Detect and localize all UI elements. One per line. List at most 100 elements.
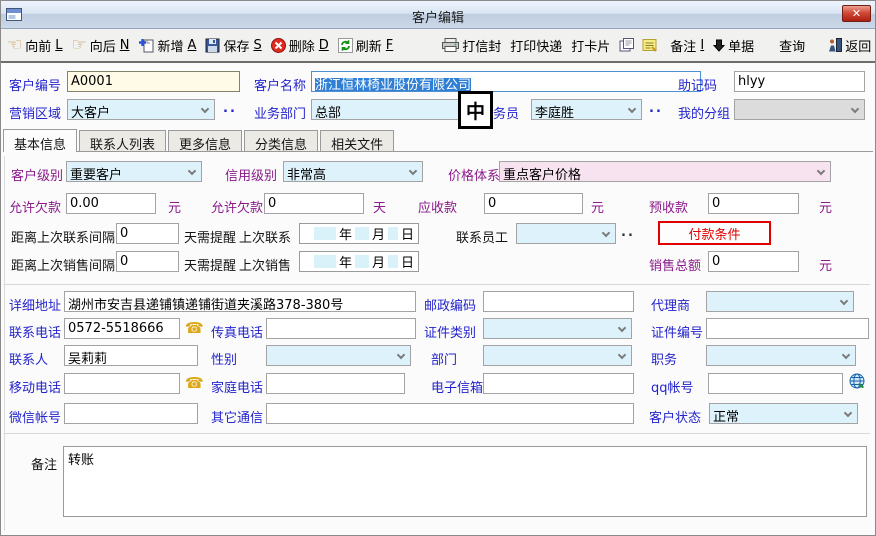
sales-interval-suffix: 天需提醒 [184, 255, 236, 274]
toolbar: ☜ 向前L ☞ 向后N 新增A 保存S 删除D 刷新F 打信封 打印快递 [1, 29, 875, 63]
new-doc-icon [139, 38, 155, 53]
toolbar-button-print-express[interactable]: 打印快递 [510, 36, 562, 55]
credit-level-select[interactable]: 非常高 [283, 161, 423, 182]
globe-icon[interactable] [849, 373, 866, 394]
email-input[interactable] [483, 373, 634, 394]
toolbar-button-print-card[interactable]: 打卡片 [571, 36, 610, 55]
allow-debt-amount-label: 允许欠款 [9, 197, 61, 216]
tab-category-info[interactable]: 分类信息 [244, 130, 318, 151]
toolbar-button-delete[interactable]: 删除D [271, 36, 329, 55]
tab-strip: 基本信息 联系人列表 更多信息 分类信息 相关文件 [3, 129, 873, 152]
salesman-browse-button[interactable]: .. [649, 101, 663, 116]
tab-more-info[interactable]: 更多信息 [168, 130, 242, 151]
last-contact-date-input[interactable]: 年 月 日 [299, 223, 419, 244]
sales-interval-input[interactable]: 0 [116, 251, 179, 272]
chevron-down-icon [618, 351, 626, 359]
mobile-input[interactable] [64, 373, 180, 394]
phone-input[interactable]: 0572-5518666 [64, 318, 180, 339]
price-system-label: 价格体系 [448, 165, 500, 184]
contact-staff-select[interactable] [516, 223, 616, 244]
allow-debt-days-input[interactable]: 0 [264, 193, 364, 214]
customer-level-select[interactable]: 重要客户 [66, 161, 202, 182]
ime-indicator: 中 [458, 91, 493, 129]
salesman-select[interactable]: 李庭胜 [531, 99, 642, 120]
day-label: 日 [401, 252, 414, 271]
toolbar-button-remark[interactable]: 备注I [670, 36, 704, 55]
total-sales-input[interactable]: 0 [708, 251, 799, 272]
floppy-icon [205, 38, 220, 53]
toolbar-button-refresh[interactable]: 刷新F [338, 36, 394, 55]
section-divider [4, 284, 870, 285]
prepaid-input[interactable]: 0 [708, 193, 799, 214]
payment-terms-button[interactable]: 付款条件 [658, 221, 771, 245]
postcode-input[interactable] [483, 291, 634, 312]
month-label: 月 [372, 224, 385, 243]
allow-debt-amount-input[interactable]: 0.00 [66, 193, 156, 214]
toolbar-button-print-envelope[interactable]: 打信封 [442, 36, 501, 55]
toolbar-button-documents[interactable] [619, 38, 638, 52]
toolbar-button-note[interactable] [642, 38, 661, 52]
mnemonic-input[interactable]: hlyy [734, 71, 865, 92]
button-label: 向后 [90, 36, 116, 55]
tab-related-files[interactable]: 相关文件 [320, 130, 394, 151]
status-select[interactable]: 正常 [709, 403, 858, 424]
contact-staff-browse-button[interactable]: .. [621, 225, 635, 240]
customer-no-label: 客户编号 [9, 75, 61, 94]
remark-label: 备注 [31, 454, 57, 473]
toolbar-button-new[interactable]: 新增A [139, 36, 197, 55]
chevron-down-icon [840, 297, 848, 305]
position-label: 职务 [651, 349, 677, 368]
toolbar-button-save[interactable]: 保存S [205, 36, 261, 55]
chevron-down-icon [618, 324, 626, 332]
dept-select[interactable]: 总部 [311, 99, 472, 120]
contact-interval-input[interactable]: 0 [116, 223, 179, 244]
home-phone-input[interactable] [266, 373, 405, 394]
toolbar-button-return[interactable]: 返回R [828, 36, 876, 55]
phone-dial-icon[interactable]: ☎ [185, 373, 204, 394]
gender-select[interactable] [266, 345, 411, 366]
cert-type-select[interactable] [483, 318, 632, 339]
toolbar-button-back[interactable]: ☞ 向后N [72, 36, 130, 55]
button-label: 打卡片 [571, 36, 610, 55]
contact-person-input[interactable]: 吴莉莉 [64, 345, 198, 366]
customer-name-input[interactable]: 浙江恒林椅业股份有限公司 [311, 71, 701, 92]
cert-no-input[interactable] [706, 318, 869, 339]
customer-no-input[interactable]: A0001 [67, 71, 240, 92]
last-sale-date-input[interactable]: 年 月 日 [299, 251, 419, 272]
price-system-select[interactable]: 重点客户价格 [499, 161, 831, 182]
department-select[interactable] [483, 345, 632, 366]
price-system-value: 重点客户价格 [503, 168, 581, 182]
unit-yuan: 元 [168, 197, 181, 216]
home-phone-label: 家庭电话 [211, 377, 263, 396]
exit-icon [828, 38, 842, 52]
printer-icon [442, 38, 459, 52]
other-comm-input[interactable] [266, 403, 634, 424]
toolbar-button-query[interactable]: 查询 [779, 36, 805, 55]
date-segment [388, 227, 398, 240]
my-group-select[interactable] [734, 99, 865, 120]
salesman-value: 李庭胜 [535, 106, 574, 120]
qq-input[interactable] [708, 373, 843, 394]
receivable-input[interactable]: 0 [484, 193, 583, 214]
remark-textarea[interactable]: 转账 [63, 446, 867, 517]
address-input[interactable]: 湖州市安吉县递铺镇递铺街道夹溪路378-380号 [64, 291, 416, 312]
fax-input[interactable] [266, 318, 416, 339]
toolbar-button-bills[interactable]: 单据 [713, 36, 754, 55]
toolbar-button-forward[interactable]: ☜ 向前L [7, 36, 63, 55]
tab-contact-list[interactable]: 联系人列表 [79, 130, 166, 151]
agent-select[interactable] [706, 291, 854, 312]
unit-yuan: 元 [591, 197, 604, 216]
year-label: 年 [339, 224, 352, 243]
contact-interval-suffix: 天需提醒 [184, 227, 236, 246]
position-select[interactable] [706, 345, 856, 366]
region-select[interactable]: 大客户 [67, 99, 215, 120]
close-button[interactable]: ✕ [842, 5, 871, 22]
wechat-input[interactable] [64, 403, 198, 424]
region-browse-button[interactable]: .. [223, 101, 237, 116]
day-label: 日 [401, 224, 414, 243]
tab-basic-info[interactable]: 基本信息 [3, 129, 77, 152]
phone-dial-icon[interactable]: ☎ [185, 318, 204, 339]
last-sale-label: 上次销售 [239, 255, 291, 274]
phone-label: 联系电话 [9, 322, 61, 341]
contact-staff-label: 联系员工 [456, 227, 508, 246]
